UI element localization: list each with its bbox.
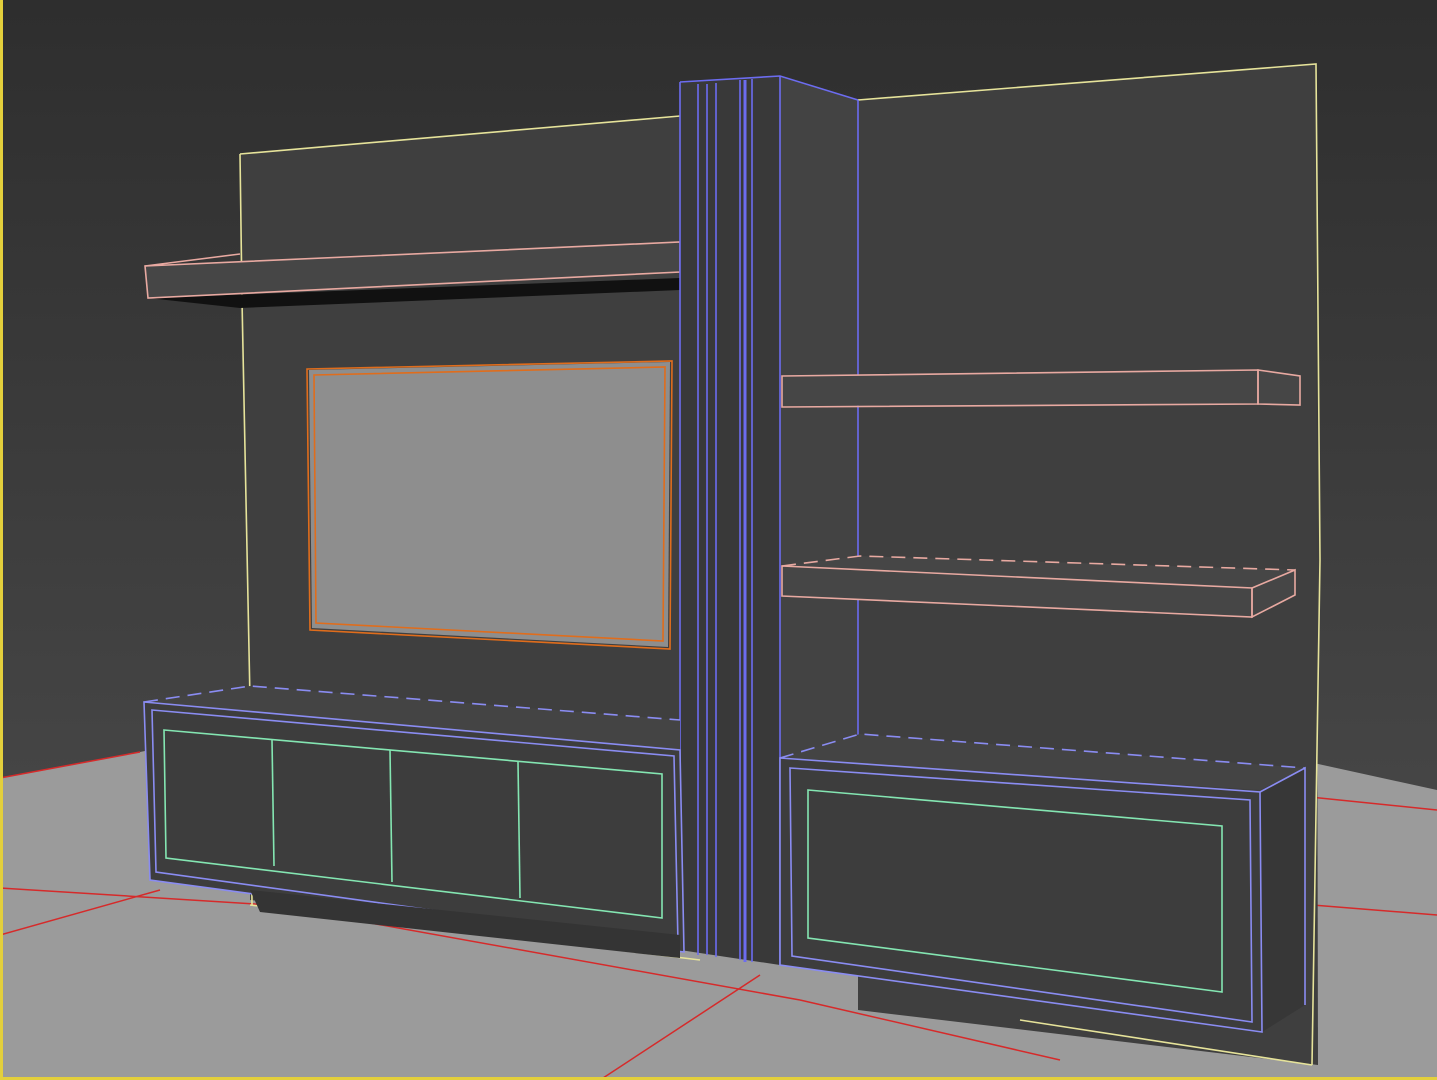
perspective-viewport[interactable]: [0, 0, 1437, 1080]
active-viewport-border-left: [0, 0, 3, 1080]
viewport-canvas[interactable]: [0, 0, 1437, 1080]
right-upper-shelf[interactable]: [781, 369, 1301, 408]
tv-screen[interactable]: [306, 360, 673, 650]
